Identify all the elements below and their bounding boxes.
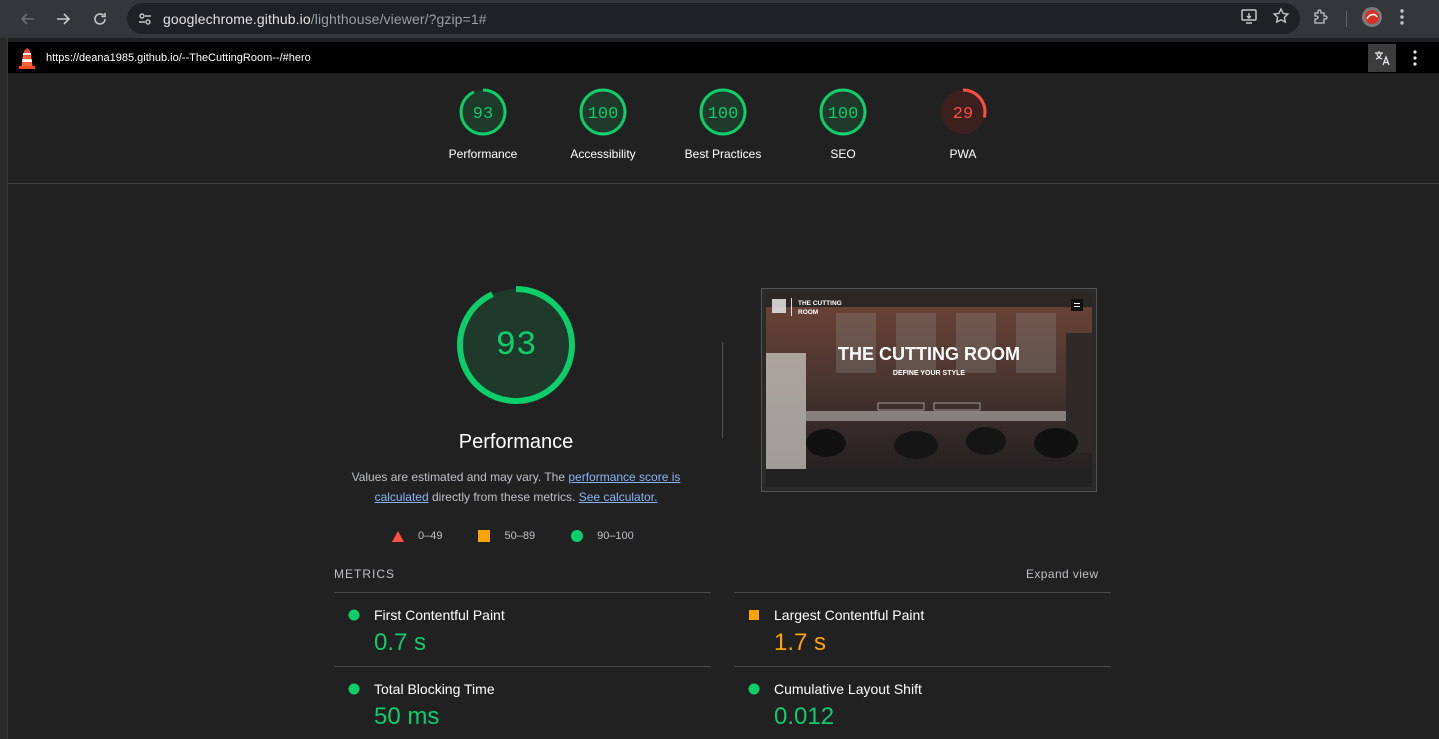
screenshot-brand-line1: THE CUTTING: [798, 300, 842, 307]
arrow-left-icon: [20, 13, 34, 25]
performance-big-gauge: 93: [457, 286, 575, 404]
profile-avatar[interactable]: [1361, 6, 1383, 33]
gauge-label: SEO: [830, 147, 856, 161]
gauge-label: Best Practices: [684, 147, 762, 161]
metrics-heading: METRICS: [334, 567, 395, 581]
metric-cls: Cumulative Layout Shift 0.012: [734, 667, 1110, 737]
reload-button[interactable]: [84, 3, 116, 35]
url-host: googlechrome.github.io: [163, 10, 311, 27]
bookmark-star-icon[interactable]: [1272, 7, 1290, 30]
back-button[interactable]: [12, 3, 44, 35]
gauge-score: 29: [953, 105, 973, 124]
metric-value: 1.7 s: [774, 629, 827, 656]
metric-name: First Contentful Paint: [374, 607, 505, 623]
gauge-ring: 100: [699, 88, 747, 136]
metric-value: 0.7 s: [374, 629, 427, 656]
circle-pass-icon: [748, 683, 760, 695]
gauge-label: Accessibility: [570, 147, 636, 161]
gauge-score: 100: [588, 105, 619, 124]
gauge-ring: 100: [819, 88, 867, 136]
report-menu-icon[interactable]: [1408, 42, 1422, 73]
chrome-menu-icon[interactable]: [1399, 8, 1405, 31]
see-calculator-link[interactable]: See calculator.: [579, 490, 658, 504]
gauge-label: PWA: [949, 147, 977, 161]
performance-score-text: 93: [496, 327, 537, 365]
report-content: 93 Performance 100 Accessibility 100 Bes…: [8, 73, 1439, 739]
site-info-icon[interactable]: [137, 11, 153, 27]
metric-name: Cumulative Layout Shift: [774, 681, 922, 697]
circle-pass-icon: [571, 530, 584, 542]
gauge-performance[interactable]: 93 Performance: [435, 87, 531, 167]
metric-name: Total Blocking Time: [374, 681, 495, 697]
gauge-accessibility[interactable]: 100 Accessibility: [555, 87, 651, 167]
legend-fail: 0–49: [392, 530, 442, 542]
lighthouse-topbar: https://deana1985.github.io/--TheCutting…: [8, 42, 1439, 73]
gauge-score: 100: [708, 105, 739, 124]
circle-pass-icon: [348, 609, 360, 621]
browser-toolbar: googlechrome.github.io/lighthouse/viewer…: [0, 0, 1439, 38]
scores-header: 93 Performance 100 Accessibility 100 Bes…: [8, 73, 1439, 184]
arrow-right-icon: [57, 13, 71, 25]
gauge-label: Performance: [448, 147, 518, 161]
performance-title: Performance: [458, 431, 574, 453]
url-text: googlechrome.github.io/lighthouse/viewer…: [163, 11, 487, 27]
gauge-score: 100: [828, 105, 859, 124]
legend-average: 50–89: [478, 530, 535, 542]
reload-icon: [94, 13, 106, 25]
circle-pass-icon: [348, 683, 360, 695]
score-legend: 0–49 50–89 90–100: [392, 528, 670, 544]
desc-text: directly from these metrics.: [428, 490, 579, 504]
screenshot-headline: THE CUTTING ROOM: [838, 344, 1020, 364]
triangle-fail-icon: [392, 530, 404, 542]
metric-tbt: Total Blocking Time 50 ms: [334, 667, 710, 737]
gauge-score: 93: [473, 105, 493, 124]
url-path: /lighthouse/viewer/?gzip=1#: [310, 10, 487, 27]
final-screenshot[interactable]: THE CUTTING ROOM THE CUTTING ROOM DEFINE…: [761, 288, 1097, 492]
screenshot-subheadline: DEFINE YOUR STYLE: [893, 370, 966, 377]
legend-label: 90–100: [597, 530, 634, 542]
expand-view-button[interactable]: Expand view: [1026, 567, 1098, 581]
translate-icon[interactable]: [1368, 44, 1396, 72]
legend-pass: 90–100: [571, 530, 634, 542]
extensions-puzzle-icon[interactable]: [1312, 8, 1330, 31]
gauge-pwa[interactable]: 29 PWA: [915, 87, 1011, 167]
desc-text: Values are estimated and may vary. The: [351, 470, 569, 484]
address-bar[interactable]: googlechrome.github.io/lighthouse/viewer…: [127, 3, 1300, 34]
lighthouse-logo-icon: [18, 47, 36, 69]
install-app-icon[interactable]: [1240, 7, 1258, 30]
square-average-icon: [478, 530, 491, 542]
section-divider: [722, 342, 723, 438]
forward-button[interactable]: [47, 3, 79, 35]
gauge-ring: 29: [939, 88, 987, 136]
gauge-ring: 93: [459, 88, 507, 136]
metric-lcp: Largest Contentful Paint 1.7 s: [734, 593, 1110, 663]
metric-name: Largest Contentful Paint: [774, 607, 925, 623]
toolbar-separator: [1346, 11, 1347, 27]
screenshot-brand-line2: ROOM: [798, 309, 818, 316]
square-average-icon: [749, 610, 759, 620]
screenshot-image: THE CUTTING ROOM THE CUTTING ROOM DEFINE…: [766, 293, 1092, 487]
metric-fcp: First Contentful Paint 0.7 s: [334, 593, 710, 663]
report-url[interactable]: https://deana1985.github.io/--TheCutting…: [46, 52, 311, 64]
performance-description: Values are estimated and may vary. The p…: [338, 467, 694, 507]
legend-label: 50–89: [504, 530, 536, 542]
barbershop-image: THE CUTTING ROOM THE CUTTING ROOM DEFINE…: [766, 293, 1092, 487]
gauge-seo[interactable]: 100 SEO: [795, 87, 891, 167]
legend-label: 0–49: [418, 530, 443, 542]
devtools-edge: [0, 38, 8, 739]
metric-value: 0.012: [774, 703, 835, 730]
metric-value: 50 ms: [374, 703, 440, 730]
gauge-best-practices[interactable]: 100 Best Practices: [675, 87, 771, 167]
gauge-ring: 100: [579, 88, 627, 136]
